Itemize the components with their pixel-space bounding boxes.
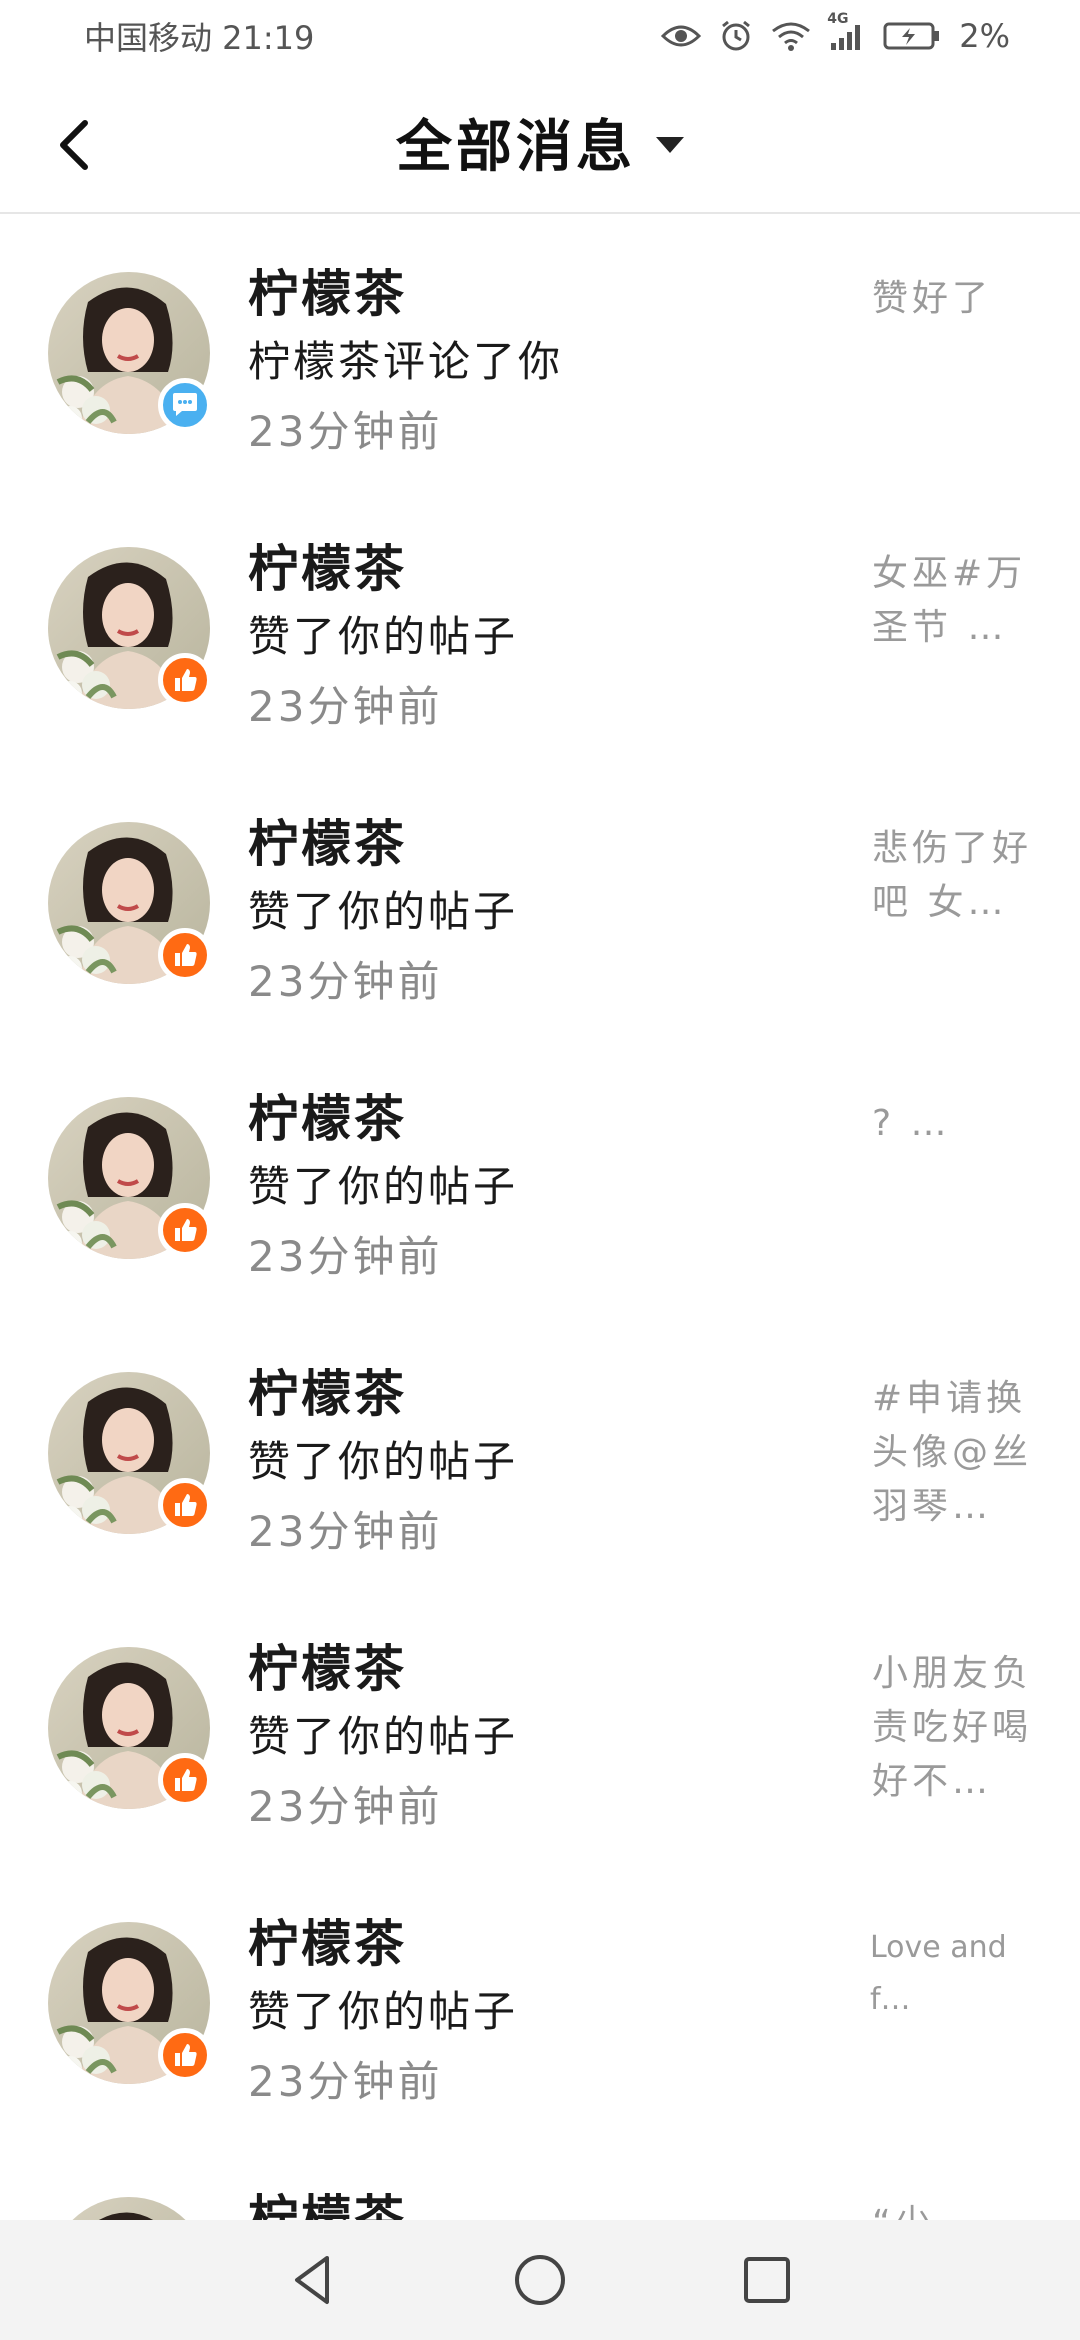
circle-home-icon <box>514 2255 565 2305</box>
message-time: 23分钟前 <box>248 1782 443 1831</box>
avatar[interactable] <box>48 2197 210 2220</box>
sender-name: 柠檬茶 <box>248 1640 407 1698</box>
like-badge <box>158 1203 212 1257</box>
square-recent-icon <box>743 2257 790 2303</box>
post-preview[interactable]: 女巫#万 圣节 … <box>872 547 1032 655</box>
message-action: 赞了你的帖子 <box>248 1437 519 1486</box>
sender-name: 柠檬茶 <box>248 2190 407 2220</box>
system-nav-bar <box>0 2220 1080 2340</box>
like-badge <box>158 653 212 707</box>
battery-charging-icon <box>883 21 941 51</box>
message-time: 23分钟前 <box>248 407 443 456</box>
post-preview[interactable]: ? … <box>872 1097 1032 1151</box>
post-preview[interactable]: 悲伤了好 吧 女… <box>872 822 1032 930</box>
avatar[interactable] <box>48 1097 212 1259</box>
thumbs-up-icon <box>175 1219 197 1241</box>
message-action: 赞了你的帖子 <box>248 612 519 661</box>
like-badge <box>158 1753 212 1807</box>
avatar[interactable] <box>48 1647 212 1809</box>
message-action: 柠檬茶评论了你 <box>248 337 564 386</box>
post-preview[interactable]: 小朋友负 责吃好喝 好不… <box>872 1647 1032 1809</box>
message-item[interactable]: 柠檬茶柠檬茶评论了你 23分钟前 赞好了 <box>0 216 1080 491</box>
thumbs-up-icon <box>175 1494 197 1516</box>
thumbs-up-icon <box>175 1769 197 1791</box>
comment-icon <box>173 393 197 416</box>
sender-name: 柠檬茶 <box>248 1365 407 1423</box>
message-action: 赞了你的帖子 <box>248 887 519 936</box>
triangle-back-icon <box>295 2256 330 2304</box>
header: 全部消息 <box>0 72 1080 214</box>
sender-name: 柠檬茶 <box>248 540 407 598</box>
sender-name: 柠檬茶 <box>248 1915 407 1973</box>
network-type: 4G <box>827 11 849 27</box>
post-preview[interactable]: 赞好了 <box>872 272 1032 326</box>
comment-badge <box>158 378 212 432</box>
avatar[interactable] <box>48 547 212 709</box>
like-badge <box>158 1478 212 1532</box>
message-time: 23分钟前 <box>248 1232 443 1281</box>
avatar[interactable] <box>48 1922 212 2084</box>
signal-icon: 4G <box>827 11 865 51</box>
message-action: 赞了你的帖子 <box>248 1712 519 1761</box>
page-title: 全部消息 <box>396 114 636 180</box>
status-bar: 中国移动 21:19 4G 2% <box>0 0 1080 72</box>
sender-name: 柠檬茶 <box>248 265 407 323</box>
eye-icon <box>661 22 702 50</box>
battery-level: 2% <box>959 17 1010 55</box>
sender-name: 柠檬茶 <box>248 1090 407 1148</box>
thumbs-up-icon <box>175 944 197 966</box>
message-time: 23分钟前 <box>248 2057 443 2106</box>
post-preview[interactable]: “少 <box>872 2197 1032 2220</box>
nav-recent-button[interactable] <box>727 2240 807 2320</box>
avatar[interactable] <box>48 272 212 434</box>
like-badge <box>158 928 212 982</box>
thumbs-up-icon <box>175 2044 197 2066</box>
title-dropdown[interactable]: 全部消息 <box>396 102 684 183</box>
message-item[interactable]: 柠檬茶赞了你的帖子 23分钟前 ? … <box>0 1041 1080 1316</box>
carrier-time: 中国移动 21:19 <box>84 19 315 57</box>
message-item[interactable]: 柠檬茶赞了你的帖子 23分钟前 Love and f… <box>0 1866 1080 2141</box>
message-item[interactable]: 柠檬茶赞了你的帖子 23分钟前 悲伤了好 吧 女… <box>0 766 1080 1041</box>
message-time: 23分钟前 <box>248 957 443 1006</box>
message-time: 23分钟前 <box>248 1507 443 1556</box>
message-action: 赞了你的帖子 <box>248 1987 519 2036</box>
message-action: 赞了你的帖子 <box>248 1162 519 1211</box>
alarm-icon <box>719 19 753 53</box>
like-badge <box>158 2028 212 2082</box>
caret-down-icon <box>656 137 684 153</box>
back-button[interactable] <box>40 110 110 180</box>
message-item[interactable]: 柠檬茶赞了你的帖子 23分钟前 #申请换 头像@丝 羽琴… <box>0 1316 1080 1591</box>
nav-home-button[interactable] <box>500 2240 580 2320</box>
avatar-image <box>48 2197 210 2220</box>
sender-name: 柠檬茶 <box>248 815 407 873</box>
message-list[interactable]: 柠檬茶 柠檬茶评论了你 23分钟前 赞好了 柠檬茶 赞了你的帖子 23分钟前 女巫#万 圣节 … <box>0 216 1080 2220</box>
post-preview[interactable]: Love and f… <box>870 1922 1030 2026</box>
message-time: 23分钟前 <box>248 682 443 731</box>
chevron-left-icon <box>60 120 88 170</box>
message-item[interactable]: 柠檬茶 “少 <box>0 2141 1080 2220</box>
thumbs-up-icon <box>175 669 197 691</box>
avatar[interactable] <box>48 1372 212 1534</box>
avatar[interactable] <box>48 822 212 984</box>
wifi-icon <box>771 21 811 51</box>
post-preview[interactable]: #申请换 头像@丝 羽琴… <box>872 1372 1032 1534</box>
nav-back-button[interactable] <box>273 2240 353 2320</box>
message-item[interactable]: 柠檬茶赞了你的帖子 23分钟前 女巫#万 圣节 … <box>0 491 1080 766</box>
message-item[interactable]: 柠檬茶赞了你的帖子 23分钟前 小朋友负 责吃好喝 好不… <box>0 1591 1080 1866</box>
